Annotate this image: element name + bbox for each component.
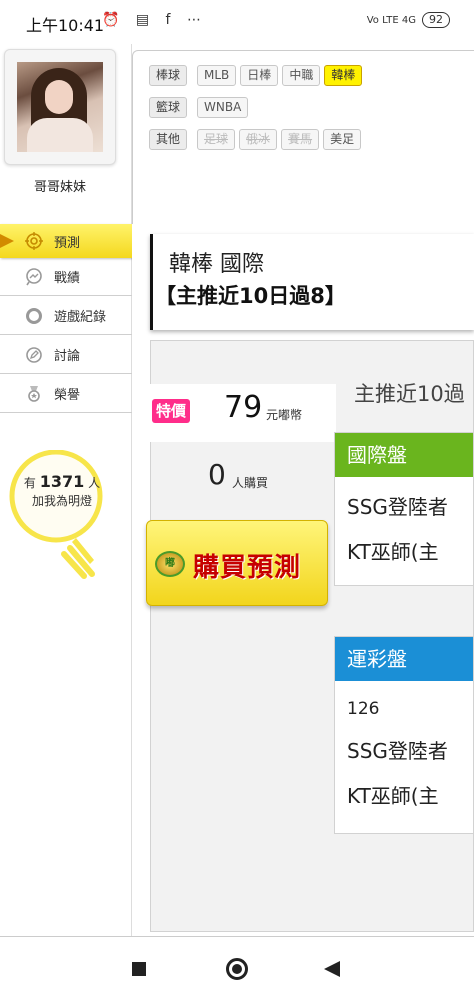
system-nav-bar	[0, 936, 474, 1000]
price-unit: 元嘟幣	[266, 408, 303, 422]
filter-chip-nfl[interactable]: 美足	[323, 129, 362, 150]
home-icon[interactable]	[226, 958, 248, 980]
team-row: SSG登陸者	[347, 739, 448, 763]
filter-row-other: 其他 足球 俄冰 賽馬 美足	[149, 129, 362, 150]
prediction-title-card: 韓棒 國際 【主推近10日過8】	[150, 234, 474, 330]
sidebar-item-honor[interactable]: 榮譽	[0, 375, 132, 413]
price-value: 79	[224, 390, 263, 425]
filter-chip-mlb[interactable]: MLB	[197, 65, 237, 86]
network-indicator: Vo LTE 4G	[366, 14, 416, 26]
chart-bubble-icon	[24, 267, 44, 287]
recent-apps-icon[interactable]	[132, 962, 146, 976]
filter-chip-cpbl[interactable]: 中職	[282, 65, 321, 86]
main-content: 棒球 MLB 日棒 中職 韓棒 籃球 WNBA 其他 足球 俄冰 賽馬 美足 韓…	[132, 44, 474, 936]
filter-chip-russian-hockey: 俄冰	[239, 129, 278, 150]
avatar[interactable]	[4, 49, 116, 165]
buy-prediction-label: 購買預測	[193, 553, 302, 583]
filter-chip-soccer: 足球	[197, 129, 236, 150]
category-label: 棒球	[149, 65, 188, 86]
status-bar: 上午10:41 ⏰ ▤ f ⋯ Vo LTE 4G 92	[0, 0, 474, 44]
sidebar-item-label: 榮譽	[54, 388, 81, 403]
filter-row-baseball: 棒球 MLB 日棒 中職 韓棒	[149, 65, 363, 86]
buy-prediction-button[interactable]: 嘟 購買預測	[146, 520, 328, 606]
buyers-count: 0	[208, 458, 226, 491]
notification-icons: ⏰ ▤ f ⋯	[102, 12, 207, 28]
lottery-odds-card: 運彩盤 126 SSG登陸者 KT巫師(主	[334, 636, 474, 834]
medal-icon	[24, 384, 44, 404]
team-row: SSG登陸者	[347, 495, 448, 519]
target-icon	[24, 231, 44, 251]
prediction-league: 韓棒 國際	[169, 252, 264, 277]
filter-row-basketball: 籃球 WNBA	[149, 97, 249, 118]
team-row: KT巫師(主	[347, 784, 439, 808]
sidebar-item-label: 討論	[54, 349, 81, 364]
filter-chip-wnba[interactable]: WNBA	[197, 97, 249, 118]
follower-count-text: 有 1371 人	[23, 472, 101, 491]
pencil-circle-icon	[24, 345, 44, 365]
buyers-label: 人購買	[232, 476, 269, 490]
avatar-photo	[17, 62, 103, 152]
sidebar-item-label: 戰績	[54, 271, 81, 286]
intl-odds-header: 國際盤	[335, 433, 473, 477]
status-time: 上午10:41	[26, 16, 105, 35]
team-row: KT巫師(主	[347, 540, 439, 564]
sidebar-item-discussion[interactable]: 討論	[0, 336, 132, 374]
category-label: 籃球	[149, 97, 188, 118]
game-number: 126	[347, 699, 380, 719]
prediction-headline: 【主推近10日過8】	[155, 284, 346, 308]
ring-icon	[24, 306, 44, 326]
lottery-odds-header: 運彩盤	[335, 637, 473, 681]
follow-lamp-text[interactable]: 加我為明燈	[6, 492, 118, 509]
status-right: Vo LTE 4G 92	[367, 12, 450, 28]
user-nickname: 哥哥妹妹	[33, 180, 86, 195]
prediction-preview-title: 主推近10過	[354, 382, 465, 406]
lightbulb-icon	[9, 450, 103, 579]
filter-chip-horse-racing: 賽馬	[281, 129, 320, 150]
coin-icon: 嘟	[155, 551, 185, 577]
sidebar-item-record[interactable]: 戰績	[0, 258, 132, 296]
sidebar-item-predict[interactable]: 預測	[0, 224, 138, 258]
sidebar: 哥哥妹妹 預測 戰績 遊戲紀錄 討論 榮譽 有 1371 人 加我為明燈	[0, 44, 138, 936]
sidebar-item-label: 預測	[54, 235, 81, 251]
league-filter-panel: 棒球 MLB 日棒 中職 韓棒 籃球 WNBA 其他 足球 俄冰 賽馬 美足	[132, 50, 474, 224]
battery-icon: 92	[422, 12, 450, 28]
intl-odds-card: 國際盤 SSG登陸者 KT巫師(主	[334, 432, 474, 586]
sidebar-item-game-log[interactable]: 遊戲紀錄	[0, 297, 132, 335]
sidebar-item-label: 遊戲紀錄	[54, 310, 107, 325]
filter-chip-npb[interactable]: 日棒	[240, 65, 279, 86]
filter-chip-kbo[interactable]: 韓棒	[324, 65, 363, 86]
special-price-badge: 特價	[152, 399, 190, 423]
back-icon[interactable]	[324, 961, 340, 977]
category-label: 其他	[149, 129, 188, 150]
